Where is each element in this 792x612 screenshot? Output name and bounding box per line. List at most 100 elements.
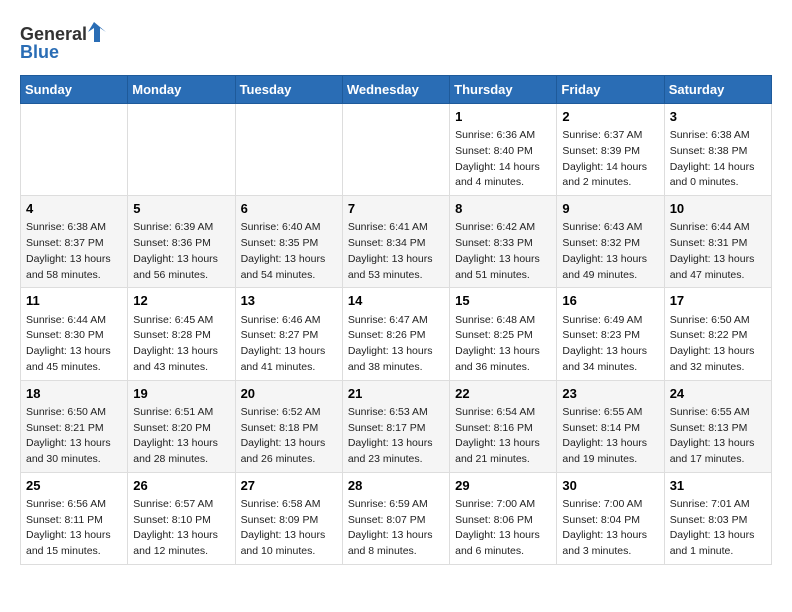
day-header-monday: Monday <box>128 76 235 104</box>
day-header-thursday: Thursday <box>450 76 557 104</box>
day-number: 10 <box>670 200 766 218</box>
calendar-week-1: 1 Sunrise: 6:36 AM Sunset: 8:40 PM Daylig… <box>21 104 772 196</box>
day-number: 22 <box>455 385 551 403</box>
day-number: 24 <box>670 385 766 403</box>
day-info: Sunrise: 6:44 AM Sunset: 8:31 PM Dayligh… <box>670 220 766 283</box>
day-number: 13 <box>241 292 337 310</box>
day-number: 16 <box>562 292 658 310</box>
calendar-cell: 17Sunrise: 6:50 AM Sunset: 8:22 PM Dayli… <box>664 288 771 380</box>
calendar-cell: 26 Sunrise: 6:57 AM Sunset: 8:10 PM Dayli… <box>128 472 235 564</box>
day-number: 18 <box>26 385 122 403</box>
day-info: Sunrise: 6:40 AM Sunset: 8:35 PM Dayligh… <box>241 220 337 283</box>
calendar-cell: 21 Sunrise: 6:53 AM Sunset: 8:17 PM Dayli… <box>342 380 449 472</box>
calendar-week-3: 11 Sunrise: 6:44 AM Sunset: 8:30 PM Dayli… <box>21 288 772 380</box>
day-number: 15 <box>455 292 551 310</box>
calendar-cell: 18 Sunrise: 6:50 AM Sunset: 8:21 PM Dayli… <box>21 380 128 472</box>
calendar-cell: 10 Sunrise: 6:44 AM Sunset: 8:31 PM Dayli… <box>664 196 771 288</box>
day-header-saturday: Saturday <box>664 76 771 104</box>
calendar-cell: 4Sunrise: 6:38 AM Sunset: 8:37 PM Daylig… <box>21 196 128 288</box>
day-info: Sunrise: 6:58 AM Sunset: 8:09 PM Dayligh… <box>241 497 337 560</box>
calendar-cell: 25Sunrise: 6:56 AM Sunset: 8:11 PM Dayli… <box>21 472 128 564</box>
calendar-cell: 29Sunrise: 7:00 AM Sunset: 8:06 PM Dayli… <box>450 472 557 564</box>
calendar-cell: 20 Sunrise: 6:52 AM Sunset: 8:18 PM Dayli… <box>235 380 342 472</box>
day-number: 4 <box>26 200 122 218</box>
calendar-cell: 3Sunrise: 6:38 AM Sunset: 8:38 PM Daylig… <box>664 104 771 196</box>
day-info: Sunrise: 6:50 AM Sunset: 8:22 PM Dayligh… <box>670 313 766 376</box>
calendar-cell <box>21 104 128 196</box>
calendar-cell: 13 Sunrise: 6:46 AM Sunset: 8:27 PM Dayli… <box>235 288 342 380</box>
day-info: Sunrise: 6:41 AM Sunset: 8:34 PM Dayligh… <box>348 220 444 283</box>
day-info: Sunrise: 6:37 AM Sunset: 8:39 PM Dayligh… <box>562 128 658 191</box>
calendar-cell: 9 Sunrise: 6:43 AM Sunset: 8:32 PM Daylig… <box>557 196 664 288</box>
day-number: 7 <box>348 200 444 218</box>
day-info: Sunrise: 6:44 AM Sunset: 8:30 PM Dayligh… <box>26 313 122 376</box>
day-number: 28 <box>348 477 444 495</box>
day-number: 1 <box>455 108 551 126</box>
day-info: Sunrise: 6:46 AM Sunset: 8:27 PM Dayligh… <box>241 313 337 376</box>
day-info: Sunrise: 6:51 AM Sunset: 8:20 PM Dayligh… <box>133 405 229 468</box>
day-number: 5 <box>133 200 229 218</box>
day-info: Sunrise: 6:47 AM Sunset: 8:26 PM Dayligh… <box>348 313 444 376</box>
calendar-cell <box>342 104 449 196</box>
calendar-cell <box>128 104 235 196</box>
calendar-cell: 5 Sunrise: 6:39 AM Sunset: 8:36 PM Daylig… <box>128 196 235 288</box>
day-info: Sunrise: 6:52 AM Sunset: 8:18 PM Dayligh… <box>241 405 337 468</box>
calendar-cell: 2 Sunrise: 6:37 AM Sunset: 8:39 PM Daylig… <box>557 104 664 196</box>
day-info: Sunrise: 6:55 AM Sunset: 8:14 PM Dayligh… <box>562 405 658 468</box>
day-info: Sunrise: 6:36 AM Sunset: 8:40 PM Dayligh… <box>455 128 551 191</box>
day-header-wednesday: Wednesday <box>342 76 449 104</box>
calendar-cell <box>235 104 342 196</box>
day-info: Sunrise: 6:56 AM Sunset: 8:11 PM Dayligh… <box>26 497 122 560</box>
svg-text:Blue: Blue <box>20 42 59 62</box>
day-number: 6 <box>241 200 337 218</box>
day-info: Sunrise: 6:57 AM Sunset: 8:10 PM Dayligh… <box>133 497 229 560</box>
day-number: 26 <box>133 477 229 495</box>
day-number: 27 <box>241 477 337 495</box>
days-of-week-row: SundayMondayTuesdayWednesdayThursdayFrid… <box>21 76 772 104</box>
day-header-friday: Friday <box>557 76 664 104</box>
calendar-cell: 27 Sunrise: 6:58 AM Sunset: 8:09 PM Dayli… <box>235 472 342 564</box>
day-number: 23 <box>562 385 658 403</box>
calendar-cell: 31 Sunrise: 7:01 AM Sunset: 8:03 PM Dayli… <box>664 472 771 564</box>
calendar-cell: 8Sunrise: 6:42 AM Sunset: 8:33 PM Daylig… <box>450 196 557 288</box>
day-number: 21 <box>348 385 444 403</box>
calendar-cell: 19 Sunrise: 6:51 AM Sunset: 8:20 PM Dayli… <box>128 380 235 472</box>
calendar-cell: 12Sunrise: 6:45 AM Sunset: 8:28 PM Dayli… <box>128 288 235 380</box>
calendar-cell: 30 Sunrise: 7:00 AM Sunset: 8:04 PM Dayli… <box>557 472 664 564</box>
calendar-table: SundayMondayTuesdayWednesdayThursdayFrid… <box>20 75 772 565</box>
svg-text:General: General <box>20 24 87 44</box>
day-info: Sunrise: 6:55 AM Sunset: 8:13 PM Dayligh… <box>670 405 766 468</box>
calendar-week-2: 4Sunrise: 6:38 AM Sunset: 8:37 PM Daylig… <box>21 196 772 288</box>
day-number: 19 <box>133 385 229 403</box>
day-info: Sunrise: 6:43 AM Sunset: 8:32 PM Dayligh… <box>562 220 658 283</box>
day-info: Sunrise: 6:48 AM Sunset: 8:25 PM Dayligh… <box>455 313 551 376</box>
day-info: Sunrise: 6:50 AM Sunset: 8:21 PM Dayligh… <box>26 405 122 468</box>
calendar-cell: 7 Sunrise: 6:41 AM Sunset: 8:34 PM Daylig… <box>342 196 449 288</box>
day-number: 9 <box>562 200 658 218</box>
calendar-cell: 1 Sunrise: 6:36 AM Sunset: 8:40 PM Daylig… <box>450 104 557 196</box>
calendar-cell: 28Sunrise: 6:59 AM Sunset: 8:07 PM Dayli… <box>342 472 449 564</box>
day-header-tuesday: Tuesday <box>235 76 342 104</box>
calendar-cell: 22 Sunrise: 6:54 AM Sunset: 8:16 PM Dayli… <box>450 380 557 472</box>
day-info: Sunrise: 6:39 AM Sunset: 8:36 PM Dayligh… <box>133 220 229 283</box>
calendar-week-5: 25Sunrise: 6:56 AM Sunset: 8:11 PM Dayli… <box>21 472 772 564</box>
day-info: Sunrise: 6:42 AM Sunset: 8:33 PM Dayligh… <box>455 220 551 283</box>
day-number: 30 <box>562 477 658 495</box>
calendar-cell: 6 Sunrise: 6:40 AM Sunset: 8:35 PM Daylig… <box>235 196 342 288</box>
day-info: Sunrise: 6:53 AM Sunset: 8:17 PM Dayligh… <box>348 405 444 468</box>
day-number: 2 <box>562 108 658 126</box>
day-number: 11 <box>26 292 122 310</box>
day-info: Sunrise: 6:54 AM Sunset: 8:16 PM Dayligh… <box>455 405 551 468</box>
day-info: Sunrise: 6:49 AM Sunset: 8:23 PM Dayligh… <box>562 313 658 376</box>
calendar-week-4: 18 Sunrise: 6:50 AM Sunset: 8:21 PM Dayli… <box>21 380 772 472</box>
day-info: Sunrise: 7:01 AM Sunset: 8:03 PM Dayligh… <box>670 497 766 560</box>
calendar-cell: 16 Sunrise: 6:49 AM Sunset: 8:23 PM Dayli… <box>557 288 664 380</box>
day-number: 31 <box>670 477 766 495</box>
day-info: Sunrise: 7:00 AM Sunset: 8:04 PM Dayligh… <box>562 497 658 560</box>
calendar-cell: 23 Sunrise: 6:55 AM Sunset: 8:14 PM Dayli… <box>557 380 664 472</box>
day-number: 12 <box>133 292 229 310</box>
day-number: 20 <box>241 385 337 403</box>
calendar-cell: 24 Sunrise: 6:55 AM Sunset: 8:13 PM Dayli… <box>664 380 771 472</box>
day-header-sunday: Sunday <box>21 76 128 104</box>
logo-svg: GeneralBlue <box>20 20 120 65</box>
